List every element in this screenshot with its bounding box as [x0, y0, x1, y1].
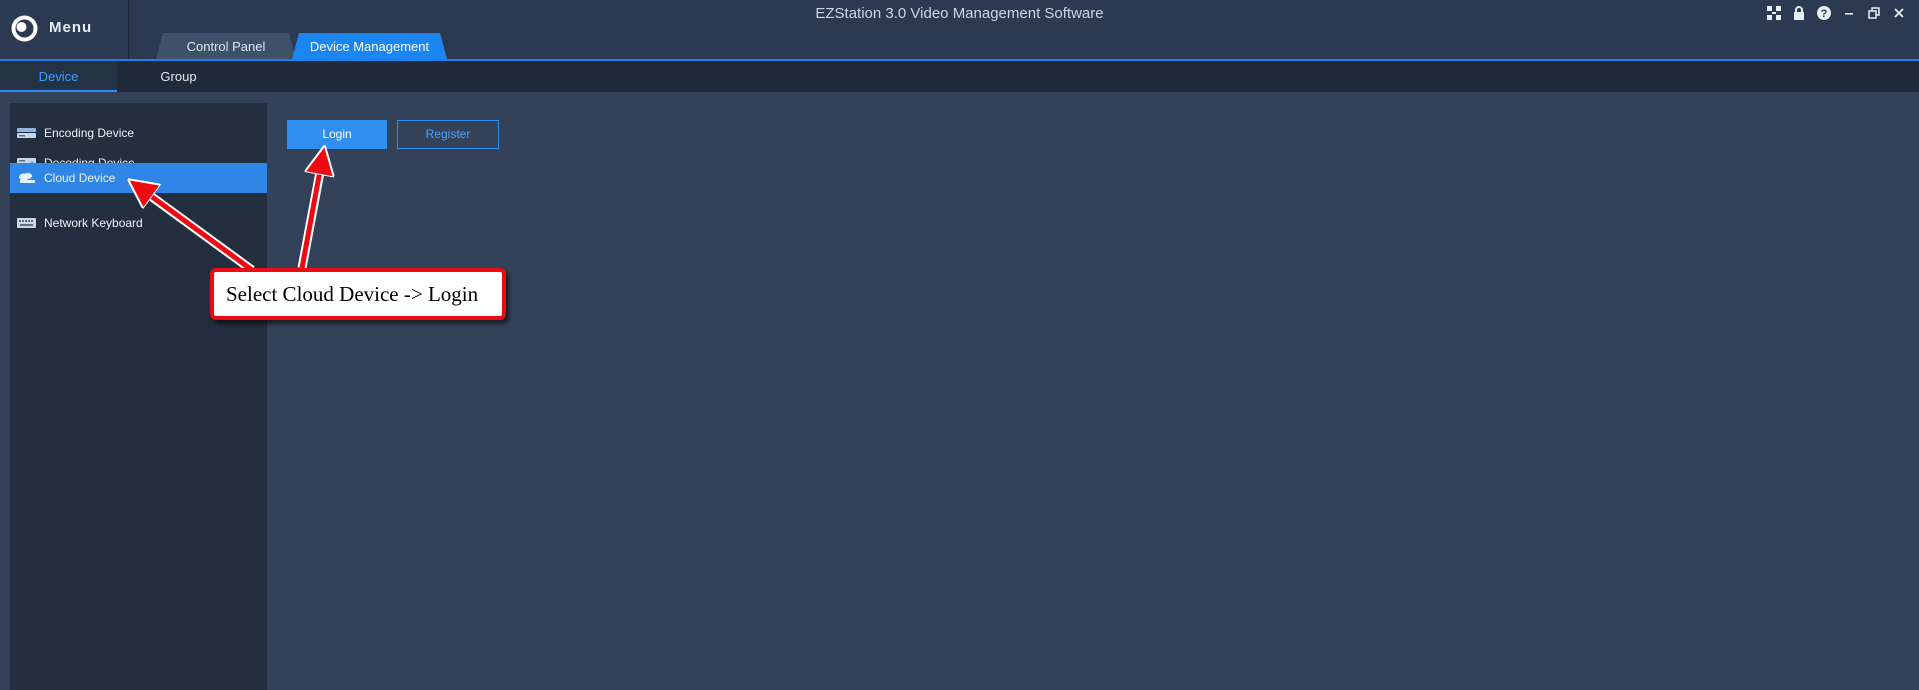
login-button[interactable]: Login [287, 120, 387, 149]
tab-control-panel[interactable]: Control Panel [156, 33, 296, 59]
minimize-icon[interactable] [1841, 5, 1857, 21]
subtab-device[interactable]: Device [0, 61, 117, 92]
tab-device-management[interactable]: Device Management [292, 33, 447, 59]
sidebar-item-label: Encoding Device [44, 126, 135, 140]
sidebar-item-encoding-device[interactable]: Encoding Device [10, 118, 267, 148]
keyboard-icon [17, 218, 36, 228]
encoding-device-icon [17, 128, 36, 138]
svg-text:?: ? [1821, 8, 1828, 20]
network-icon[interactable] [1766, 5, 1782, 21]
register-button[interactable]: Register [397, 120, 499, 149]
sub-navigation: Device Group [0, 61, 1919, 92]
title-bar: Menu EZStation 3.0 Video Management Soft… [0, 0, 1919, 61]
arrow-to-login [299, 160, 322, 269]
sidebar-item-label: Network Keyboard [44, 216, 143, 230]
sidebar-item-label: Cloud Device [44, 171, 116, 185]
sidebar-item-cloud-device-active[interactable]: Cloud Device [10, 163, 267, 193]
window-controls: ? [1766, 4, 1907, 22]
close-icon[interactable] [1891, 5, 1907, 21]
cloud-device-icon [19, 173, 35, 183]
window-title: EZStation 3.0 Video Management Software [815, 5, 1104, 22]
help-icon[interactable]: ? [1816, 5, 1832, 21]
sidebar-item-network-keyboard[interactable]: Network Keyboard [10, 208, 267, 238]
subtab-group[interactable]: Group [120, 61, 237, 92]
annotation-callout: Select Cloud Device -> Login [210, 268, 506, 320]
annotation-arrows [0, 0, 1919, 274]
restore-icon[interactable] [1866, 5, 1882, 21]
lock-icon[interactable] [1791, 5, 1807, 21]
